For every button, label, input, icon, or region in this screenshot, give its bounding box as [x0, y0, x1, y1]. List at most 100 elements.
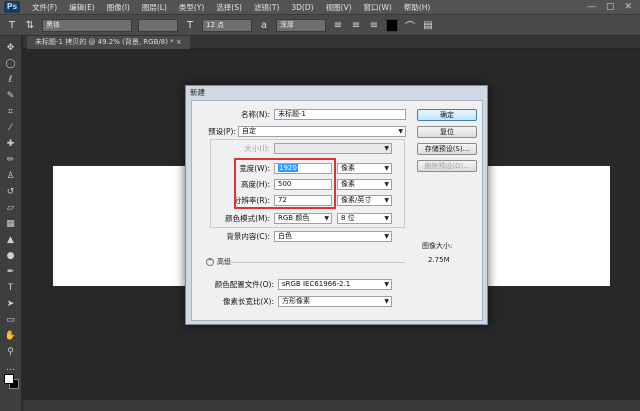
text-color-swatch[interactable]	[386, 18, 398, 32]
orientation-toggle-icon[interactable]: ⇅	[24, 20, 36, 31]
align-right-icon[interactable]: ≡	[368, 20, 380, 31]
window-controls: — □ ✕	[587, 2, 640, 12]
size-label: 大小(I):	[244, 144, 270, 153]
foreground-color-swatch[interactable]	[4, 374, 14, 384]
color-mode-label: 颜色模式(M):	[225, 214, 270, 223]
warp-text-icon[interactable]: ⌒	[404, 18, 416, 33]
save-preset-button[interactable]: 存储预设(S)...	[417, 143, 477, 155]
document-tab-bar: 未标题-1 拷贝的 @ 49.2% (背景, RGB/8) * ×	[23, 36, 640, 49]
eraser-tool-icon[interactable]: ▱	[3, 202, 19, 215]
chevron-down-icon: ▼	[384, 145, 389, 152]
path-select-tool-icon[interactable]: ➤	[3, 298, 19, 311]
pixel-aspect-select[interactable]: 方形像素 ▼	[278, 296, 392, 307]
width-unit-select[interactable]: 像素 ▼	[337, 163, 392, 174]
menu-filter[interactable]: 滤镜(T)	[248, 2, 285, 13]
move-tool-icon[interactable]: ✥	[3, 42, 19, 55]
blur-tool-icon[interactable]: ▲	[3, 234, 19, 247]
menu-image[interactable]: 图像(I)	[101, 2, 136, 13]
antialias-select[interactable]: 浑厚	[276, 18, 326, 32]
bit-depth-value: 8 位	[341, 214, 355, 222]
brush-tool-icon[interactable]: ✏	[3, 154, 19, 167]
status-bar	[23, 400, 640, 411]
resolution-unit: 像素/英寸	[341, 196, 372, 204]
color-mode-value: RGB 颜色	[278, 214, 310, 222]
chevron-down-icon: ▼	[384, 233, 389, 240]
chevron-down-icon: ▼	[324, 215, 329, 222]
menu-window[interactable]: 窗口(W)	[358, 2, 398, 13]
zoom-tool-icon[interactable]: ⚲	[3, 346, 19, 359]
menu-3d[interactable]: 3D(D)	[285, 3, 319, 12]
ok-button[interactable]: 确定	[417, 109, 477, 121]
bit-depth-select[interactable]: 8 位 ▼	[337, 213, 392, 224]
pixel-aspect-label: 像素长宽比(X):	[222, 297, 274, 306]
options-bar: T ⇅ 黑体 T 12 点 a 浑厚 ≡ ≡ ≡ ⌒ ▤	[0, 15, 640, 36]
width-unit: 像素	[341, 164, 355, 172]
minimize-icon[interactable]: —	[587, 2, 596, 12]
type-tool-icon[interactable]: T	[6, 20, 18, 31]
hand-tool-icon[interactable]: ✋	[3, 330, 19, 343]
close-icon[interactable]: ✕	[624, 2, 632, 12]
lasso-tool-icon[interactable]: ℓ	[3, 74, 19, 87]
background-value: 白色	[278, 232, 292, 240]
font-size-icon: T	[186, 19, 194, 31]
dodge-tool-icon[interactable]: ●	[3, 250, 19, 263]
photoshop-logo: Ps	[4, 1, 20, 13]
resolution-unit-select[interactable]: 像素/英寸 ▼	[337, 195, 392, 206]
align-center-icon[interactable]: ≡	[350, 20, 362, 31]
maximize-icon[interactable]: □	[606, 2, 615, 12]
menu-file[interactable]: 文件(F)	[26, 2, 63, 13]
menu-edit[interactable]: 编辑(E)	[63, 2, 101, 13]
preset-label: 预设(P):	[208, 127, 236, 136]
chevron-down-icon: ▼	[384, 197, 389, 204]
size-select: ▼	[274, 143, 392, 154]
toolbox: ✥ ◯ ℓ ✎ ⌗ ⁄ ✚ ✏ ♙ ↺ ▱ ▦ ▲ ● ✒ T ➤ ▭ ✋ ⚲ …	[0, 36, 22, 411]
chevron-down-icon: ▼	[384, 181, 389, 188]
type-tool-icon[interactable]: T	[3, 282, 19, 295]
expand-icon: ^	[206, 258, 214, 266]
image-size-value: 2.75M	[428, 256, 450, 264]
marquee-tool-icon[interactable]: ◯	[3, 58, 19, 71]
color-profile-select[interactable]: sRGB IEC61966-2.1 ▼	[278, 279, 392, 290]
menu-help[interactable]: 帮助(H)	[398, 2, 437, 13]
dialog-body: 名称(N): 未标题-1 预设(P): 自定 ▼ 大小(I): ▼ 宽度(W): …	[191, 100, 483, 321]
menu-select[interactable]: 选择(S)	[210, 2, 248, 13]
eyedropper-tool-icon[interactable]: ⁄	[3, 122, 19, 135]
background-select[interactable]: 白色 ▼	[274, 231, 392, 242]
pixel-aspect-value: 方形像素	[282, 297, 310, 305]
preset-select[interactable]: 自定 ▼	[238, 126, 406, 137]
name-field[interactable]: 未标题-1	[274, 109, 406, 120]
quick-select-tool-icon[interactable]: ✎	[3, 90, 19, 103]
shape-tool-icon[interactable]: ▭	[3, 314, 19, 327]
image-size-label: 图像大小:	[422, 242, 453, 250]
document-tab[interactable]: 未标题-1 拷贝的 @ 49.2% (背景, RGB/8) * ×	[27, 36, 190, 49]
chevron-down-icon: ▼	[384, 165, 389, 172]
panels-toggle-icon[interactable]: ▤	[422, 20, 434, 31]
reset-button[interactable]: 复位	[417, 126, 477, 138]
height-unit: 像素	[341, 180, 355, 188]
color-mode-select[interactable]: RGB 颜色 ▼	[274, 213, 332, 224]
font-size-select[interactable]: 12 点	[202, 18, 252, 32]
menu-bar: Ps 文件(F) 编辑(E) 图像(I) 图层(L) 类型(Y) 选择(S) 滤…	[0, 0, 640, 15]
menu-layer[interactable]: 图层(L)	[136, 2, 173, 13]
crop-tool-icon[interactable]: ⌗	[3, 106, 19, 119]
chevron-down-icon: ▼	[398, 128, 403, 135]
font-family-select[interactable]: 黑体	[42, 18, 132, 32]
color-profile-label: 颜色配置文件(O):	[214, 280, 274, 289]
preset-value: 自定	[242, 127, 256, 135]
stamp-tool-icon[interactable]: ♙	[3, 170, 19, 183]
name-label: 名称(N):	[241, 110, 270, 119]
highlight-box	[234, 158, 336, 209]
height-unit-select[interactable]: 像素 ▼	[337, 179, 392, 190]
font-style-select[interactable]	[138, 18, 178, 32]
chevron-down-icon: ▼	[384, 298, 389, 305]
align-left-icon[interactable]: ≡	[332, 20, 344, 31]
pen-tool-icon[interactable]: ✒	[3, 266, 19, 279]
menu-type[interactable]: 类型(Y)	[173, 2, 210, 13]
dialog-title: 新建	[190, 88, 205, 97]
history-brush-tool-icon[interactable]: ↺	[3, 186, 19, 199]
menu-view[interactable]: 视图(V)	[320, 2, 358, 13]
delete-preset-button: 删除预设(D)...	[417, 160, 477, 172]
advanced-separator	[222, 262, 405, 263]
healing-tool-icon[interactable]: ✚	[3, 138, 19, 151]
gradient-tool-icon[interactable]: ▦	[3, 218, 19, 231]
